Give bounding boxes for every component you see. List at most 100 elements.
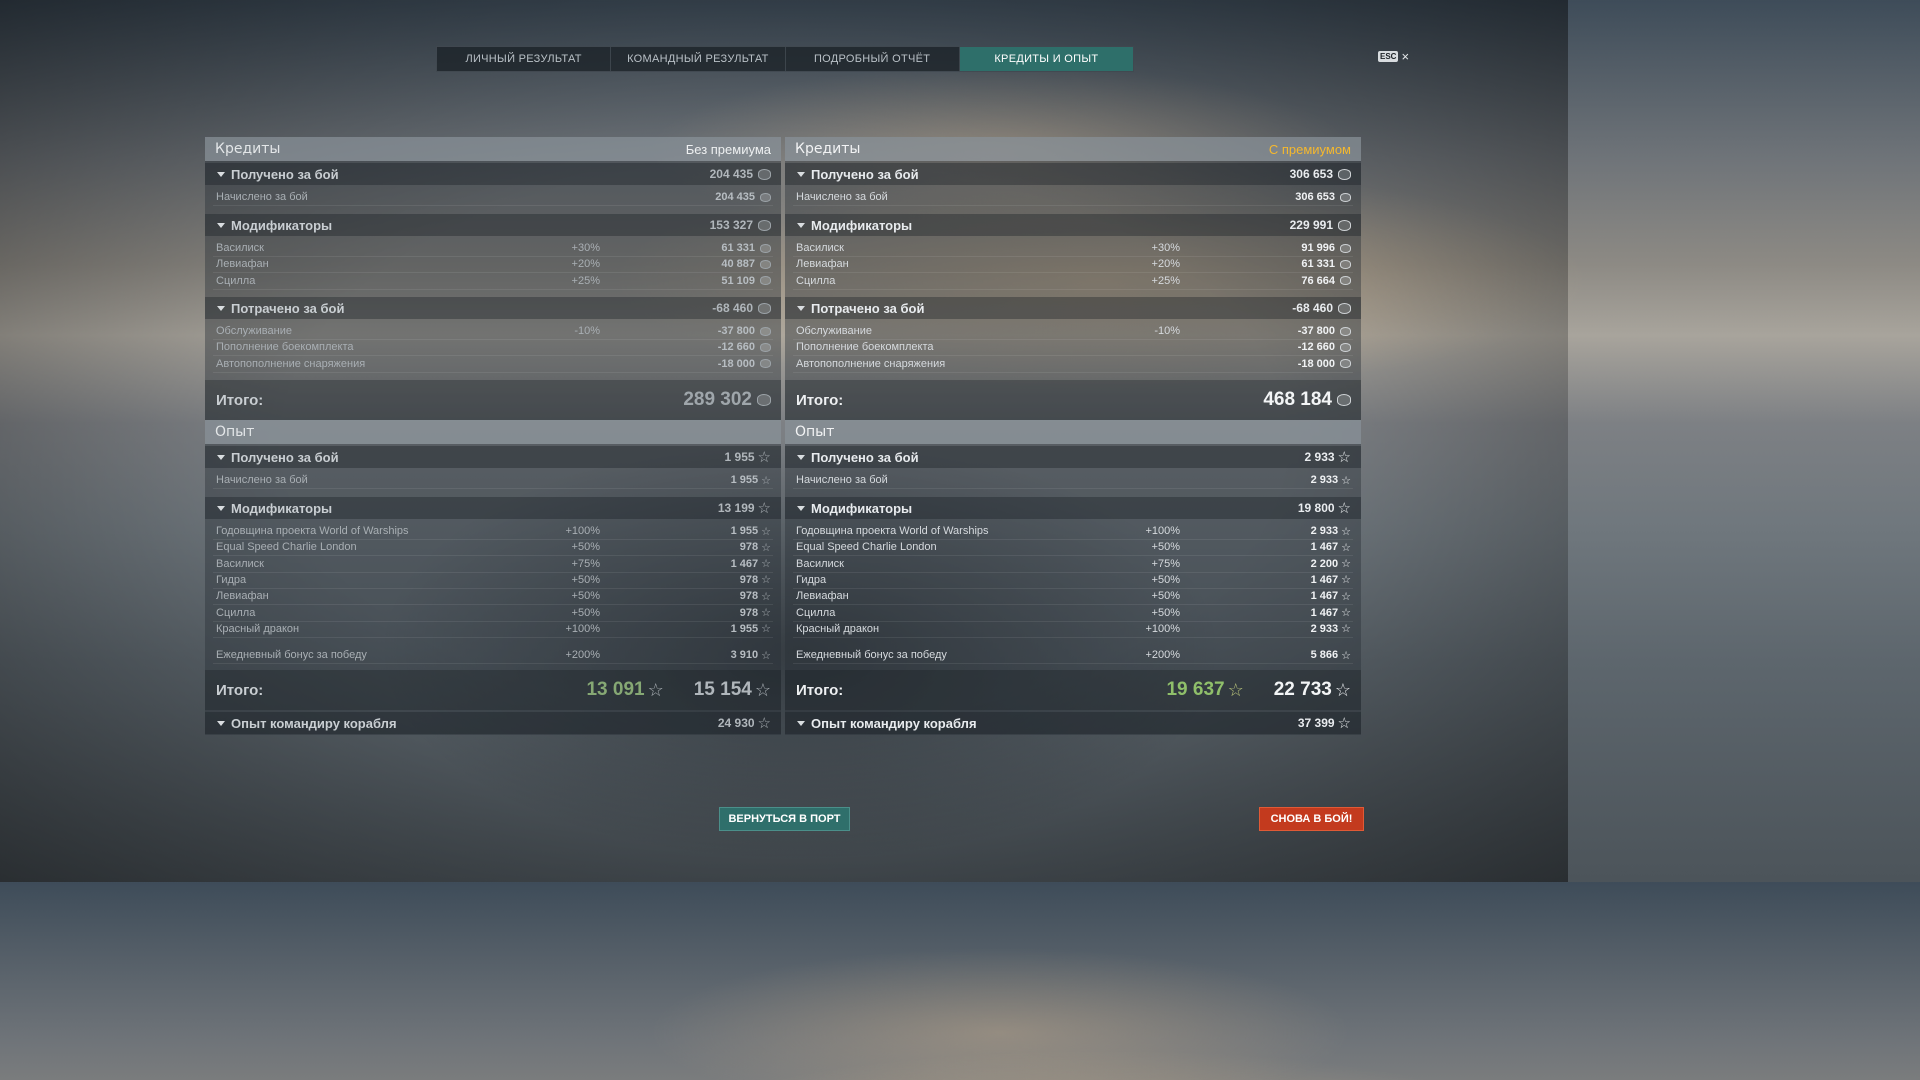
- caret-down-icon[interactable]: [217, 720, 225, 726]
- return-to-port-button[interactable]: ВЕРНУТЬСЯ В ПОРТ: [719, 807, 850, 831]
- xp-star-icon: ☆: [1337, 500, 1351, 517]
- section-header: Кредиты С премиумом: [785, 137, 1361, 161]
- item-label: Гидра: [796, 573, 827, 586]
- group-value: 2 933: [1304, 450, 1335, 464]
- row-divider: [793, 371, 1353, 373]
- item-label: Красный дракон: [216, 622, 300, 635]
- xp-star-icon: ☆: [757, 715, 771, 732]
- tab-personal-result[interactable]: ЛИЧНЫЙ РЕЗУЛЬТАТ: [437, 47, 612, 71]
- xp-total-value: 22 733: [1273, 679, 1332, 700]
- xp-star-icon: ☆: [754, 679, 771, 700]
- credit-coin-icon: [1340, 192, 1351, 202]
- item-percent: +200%: [1145, 649, 1180, 661]
- list-item: Василиск +75% 1 467 ☆: [205, 556, 781, 572]
- caret-down-icon[interactable]: [217, 505, 225, 511]
- caret-down-icon[interactable]: [797, 171, 805, 177]
- xp-star-icon: ☆: [1341, 474, 1351, 487]
- caret-down-icon[interactable]: [797, 720, 805, 726]
- group-row[interactable]: Опыт командиру корабля 37 399 ☆: [785, 712, 1361, 734]
- credit-coin-icon: [760, 359, 771, 369]
- group-label: Потрачено за бой: [231, 300, 345, 316]
- total-label: Итого:: [216, 391, 264, 409]
- caret-down-icon[interactable]: [797, 305, 805, 311]
- no-premium-tag: Без премиума: [685, 141, 771, 157]
- row-divider: [793, 663, 1353, 664]
- item-label: Equal Speed Charlie London: [796, 541, 937, 554]
- item-label: Начислено за бой: [796, 474, 888, 486]
- caret-down-icon[interactable]: [217, 222, 225, 228]
- caret-down-icon[interactable]: [797, 222, 805, 228]
- list-item: Левиафан +50% 978 ☆: [205, 588, 781, 604]
- xp-star-icon: ☆: [1341, 590, 1351, 603]
- credit-coin-icon: [758, 168, 771, 180]
- list-item: Автопополнение снаряжения -18 000: [205, 356, 781, 372]
- item-value: 1 467: [1310, 541, 1339, 554]
- caret-down-icon[interactable]: [797, 505, 805, 511]
- battle-again-button[interactable]: СНОВА В БОЙ!: [1259, 807, 1364, 831]
- item-value: 1 467: [1310, 590, 1339, 603]
- xp-star-icon: ☆: [761, 525, 771, 538]
- item-value: 1 467: [1310, 606, 1339, 619]
- item-value: 978: [739, 590, 759, 603]
- item-label: Сцилла: [796, 274, 836, 287]
- group-row[interactable]: Модификаторы 13 199 ☆: [205, 497, 781, 519]
- section-title: Кредиты: [215, 141, 281, 157]
- item-value: 2 200: [1310, 557, 1339, 570]
- xp-star-icon: ☆: [1337, 449, 1351, 466]
- group-row[interactable]: Опыт командиру корабля 24 930 ☆: [205, 712, 781, 734]
- section-title: Опыт: [795, 424, 835, 440]
- item-label: Красный дракон: [796, 622, 880, 635]
- list-item: Equal Speed Charlie London +50% 1 467 ☆: [785, 539, 1361, 555]
- item-value: 306 653: [1295, 191, 1335, 203]
- group-row[interactable]: Модификаторы 19 800 ☆: [785, 497, 1361, 519]
- list-item: Автопополнение снаряжения -18 000: [785, 356, 1361, 372]
- group-row[interactable]: Модификаторы 229 991: [785, 214, 1361, 236]
- item-percent: +50%: [1151, 541, 1180, 554]
- tab-detailed-report[interactable]: ПОДРОБНЫЙ ОТЧЁТ: [786, 47, 960, 71]
- group-row[interactable]: Потрачено за бой -68 460: [785, 297, 1361, 319]
- credit-coin-icon: [760, 243, 771, 253]
- item-label: Equal Speed Charlie London: [216, 541, 357, 554]
- xp-star-icon: ☆: [1341, 623, 1351, 636]
- total-label: Итого:: [796, 681, 844, 699]
- section-header: Опыт: [785, 420, 1361, 444]
- caret-down-icon[interactable]: [217, 454, 225, 460]
- item-label: Начислено за бой: [216, 474, 308, 486]
- list-item: Гидра +50% 978 ☆: [205, 572, 781, 588]
- item-percent: +30%: [1151, 242, 1180, 254]
- xp-star-icon: ☆: [1341, 525, 1351, 538]
- group-row[interactable]: Модификаторы 153 327: [205, 214, 781, 236]
- item-percent: +50%: [1151, 590, 1180, 603]
- item-label: Василиск: [796, 242, 844, 254]
- item-value: -18 000: [717, 357, 755, 370]
- list-item: Ежедневный бонус за победу +200% 5 866 ☆: [785, 647, 1361, 663]
- group-label: Получено за бой: [231, 166, 339, 182]
- list-item: Левиафан +20% 40 887: [205, 256, 781, 272]
- group-row[interactable]: Получено за бой 2 933 ☆: [785, 446, 1361, 468]
- xp-star-icon: ☆: [1341, 649, 1351, 662]
- caret-down-icon[interactable]: [217, 305, 225, 311]
- tab-team-result[interactable]: КОМАНДНЫЙ РЕЗУЛЬТАТ: [611, 47, 786, 71]
- item-value: 1 955: [730, 474, 759, 486]
- group-row[interactable]: Потрачено за бой -68 460: [205, 297, 781, 319]
- close-button[interactable]: ESC ×: [1378, 49, 1409, 64]
- item-value: 76 664: [1301, 274, 1335, 287]
- xp-star-icon: ☆: [1334, 679, 1351, 700]
- list-item: Пополнение боекомплекта -12 660: [785, 339, 1361, 355]
- item-percent: +50%: [571, 573, 600, 586]
- list-item: Начислено за бой 306 653: [785, 189, 1361, 205]
- tab-credits-and-xp[interactable]: КРЕДИТЫ И ОПЫТ: [959, 47, 1133, 71]
- item-label: Левиафан: [216, 258, 269, 271]
- list-item: Пополнение боекомплекта -12 660: [205, 339, 781, 355]
- caret-down-icon[interactable]: [797, 454, 805, 460]
- group-row[interactable]: Получено за бой 204 435: [205, 163, 781, 185]
- item-percent: +200%: [565, 649, 600, 661]
- item-label: Пополнение боекомплекта: [216, 341, 354, 354]
- group-label: Опыт командиру корабля: [811, 715, 977, 731]
- group-row[interactable]: Получено за бой 1 955 ☆: [205, 446, 781, 468]
- item-label: Гидра: [216, 573, 247, 586]
- caret-down-icon[interactable]: [217, 171, 225, 177]
- item-value: 1 467: [1310, 573, 1339, 586]
- group-row[interactable]: Получено за бой 306 653: [785, 163, 1361, 185]
- list-item: Сцилла +50% 1 467 ☆: [785, 605, 1361, 621]
